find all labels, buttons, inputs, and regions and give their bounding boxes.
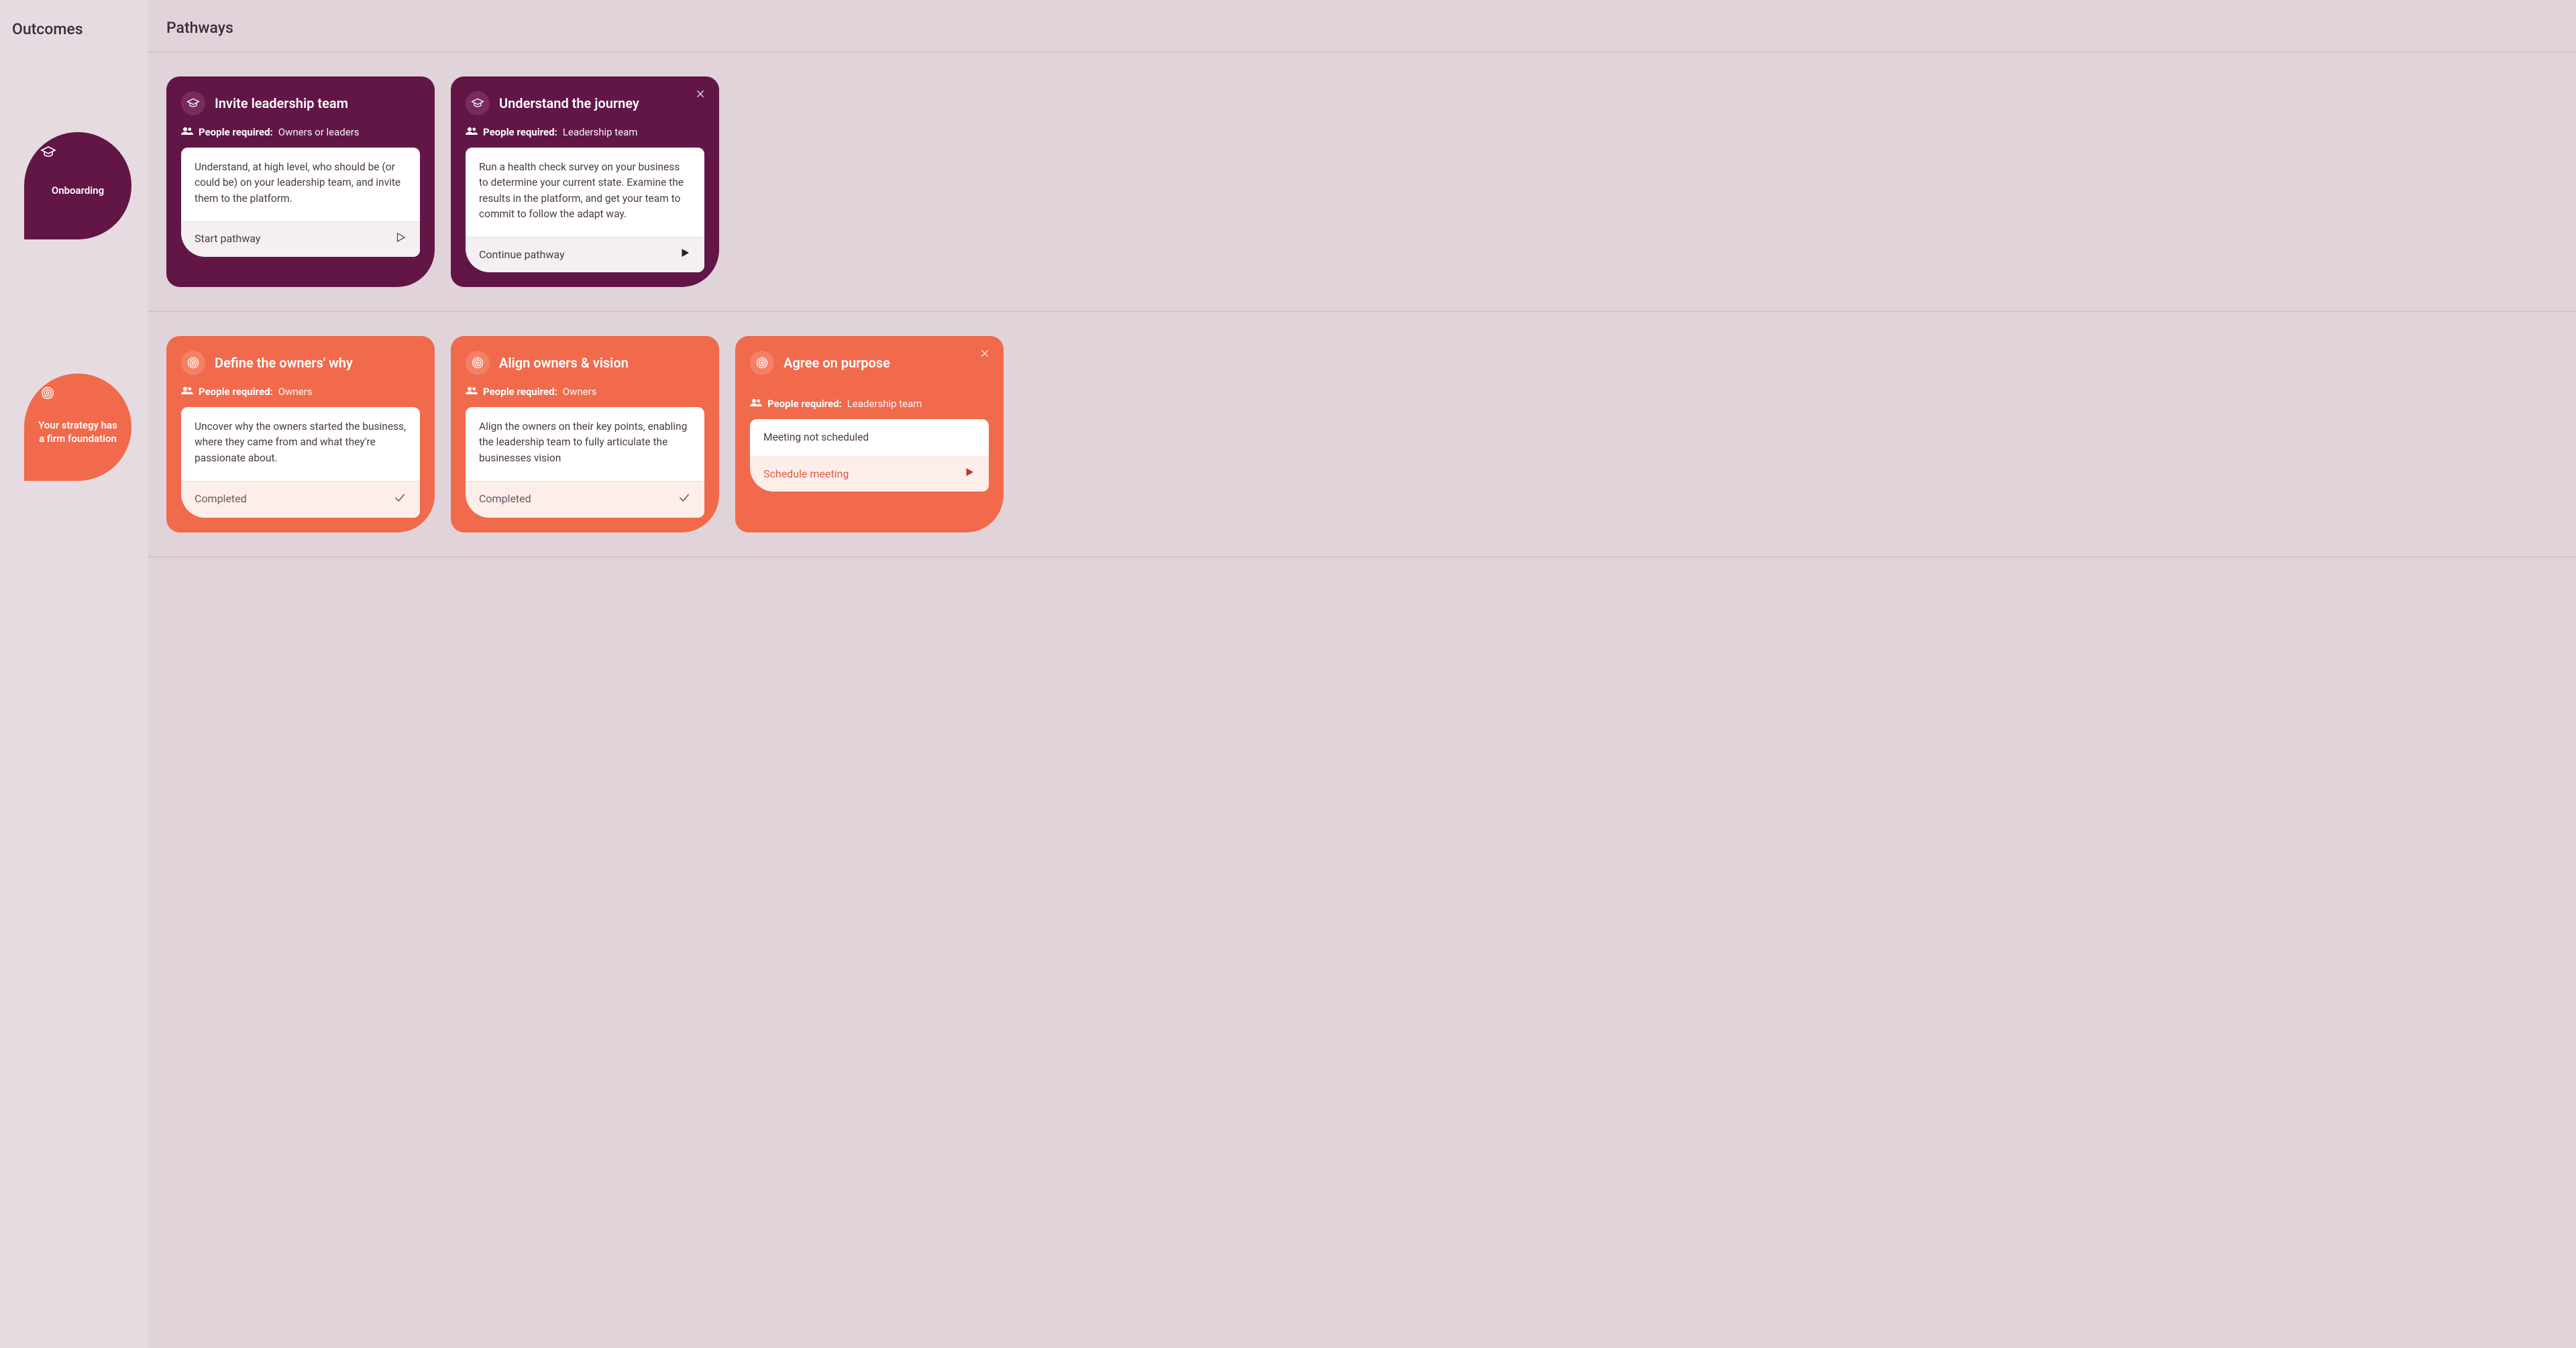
card-description: Align the owners on their key points, en… xyxy=(466,407,704,482)
people-required-value: Owners or leaders xyxy=(278,126,360,138)
card-align-owners-vision: Align owners & vision People required: O… xyxy=(451,336,719,532)
main-header: Pathways xyxy=(148,0,2576,52)
target-icon xyxy=(750,351,774,375)
people-icon xyxy=(466,126,478,138)
close-icon[interactable] xyxy=(695,89,706,102)
graduation-icon xyxy=(466,91,490,115)
action-label: Completed xyxy=(479,492,531,505)
action-label: Completed xyxy=(195,492,247,505)
card-title: Define the owners' why xyxy=(215,355,353,371)
main-title: Pathways xyxy=(166,19,2576,37)
graduation-icon xyxy=(40,144,56,160)
card-title: Align owners & vision xyxy=(499,355,629,371)
card-title: Understand the journey xyxy=(499,95,639,111)
card-description: Uncover why the owners started the busin… xyxy=(181,407,420,482)
card-agree-on-purpose: Agree on purpose People required: Leader… xyxy=(735,336,1004,532)
outcome-foundation[interactable]: Your strategy has a firm foundation xyxy=(24,374,131,481)
check-icon xyxy=(393,491,407,507)
people-required: People required: Leadership team xyxy=(466,126,704,138)
people-icon xyxy=(750,398,762,410)
card-title: Agree on purpose xyxy=(784,355,890,371)
action-label: Schedule meeting xyxy=(763,467,849,480)
people-required-value: Leadership team xyxy=(847,398,922,410)
target-icon xyxy=(181,351,205,375)
play-outline-icon xyxy=(394,231,407,246)
section-foundation: Define the owners' why People required: … xyxy=(148,312,2576,557)
close-icon[interactable] xyxy=(979,348,990,361)
check-icon xyxy=(678,491,691,507)
people-required-value: Owners xyxy=(278,386,313,398)
people-required-label: People required: xyxy=(199,126,273,138)
card-understand-journey: Understand the journey People required: … xyxy=(451,76,719,287)
schedule-meeting-button[interactable]: Schedule meeting xyxy=(750,457,989,492)
outcome-list: Onboarding Your strategy has a firm foun… xyxy=(11,132,148,481)
main: Pathways Invite leadership team People r… xyxy=(148,0,2576,1348)
people-required-value: Owners xyxy=(563,386,597,398)
people-required-label: People required: xyxy=(483,386,557,398)
sidebar: Outcomes Onboarding Your strategy has a … xyxy=(0,0,148,1348)
action-label: Continue pathway xyxy=(479,248,565,261)
play-solid-icon xyxy=(679,247,691,262)
people-required: People required: Owners xyxy=(181,386,420,398)
people-required: People required: Owners xyxy=(466,386,704,398)
completed-status[interactable]: Completed xyxy=(466,482,704,518)
outcome-label: Your strategy has a firm foundation xyxy=(36,418,119,446)
people-required-label: People required: xyxy=(483,126,557,138)
people-icon xyxy=(466,386,478,398)
card-status: Meeting not scheduled xyxy=(750,419,989,457)
outcome-onboarding[interactable]: Onboarding xyxy=(24,132,131,239)
card-description: Run a health check survey on your busine… xyxy=(466,148,704,237)
card-define-owners-why: Define the owners' why People required: … xyxy=(166,336,435,532)
people-icon xyxy=(181,126,193,138)
people-icon xyxy=(181,386,193,398)
graduation-icon xyxy=(181,91,205,115)
people-required-label: People required: xyxy=(199,386,273,398)
play-solid-icon xyxy=(963,466,975,481)
continue-pathway-button[interactable]: Continue pathway xyxy=(466,237,704,272)
completed-status[interactable]: Completed xyxy=(181,482,420,518)
card-description: Understand, at high level, who should be… xyxy=(181,148,420,222)
people-required-label: People required: xyxy=(767,398,842,410)
card-invite-leadership: Invite leadership team People required: … xyxy=(166,76,435,287)
people-required: People required: Leadership team xyxy=(750,398,989,410)
people-required-value: Leadership team xyxy=(563,126,638,138)
sidebar-title: Outcomes xyxy=(11,20,148,38)
start-pathway-button[interactable]: Start pathway xyxy=(181,222,420,257)
card-title: Invite leadership team xyxy=(215,95,348,111)
people-required: People required: Owners or leaders xyxy=(181,126,420,138)
action-label: Start pathway xyxy=(195,232,260,245)
section-onboarding: Invite leadership team People required: … xyxy=(148,52,2576,312)
outcome-label: Onboarding xyxy=(52,184,104,197)
target-icon xyxy=(466,351,490,375)
target-icon xyxy=(40,386,55,400)
